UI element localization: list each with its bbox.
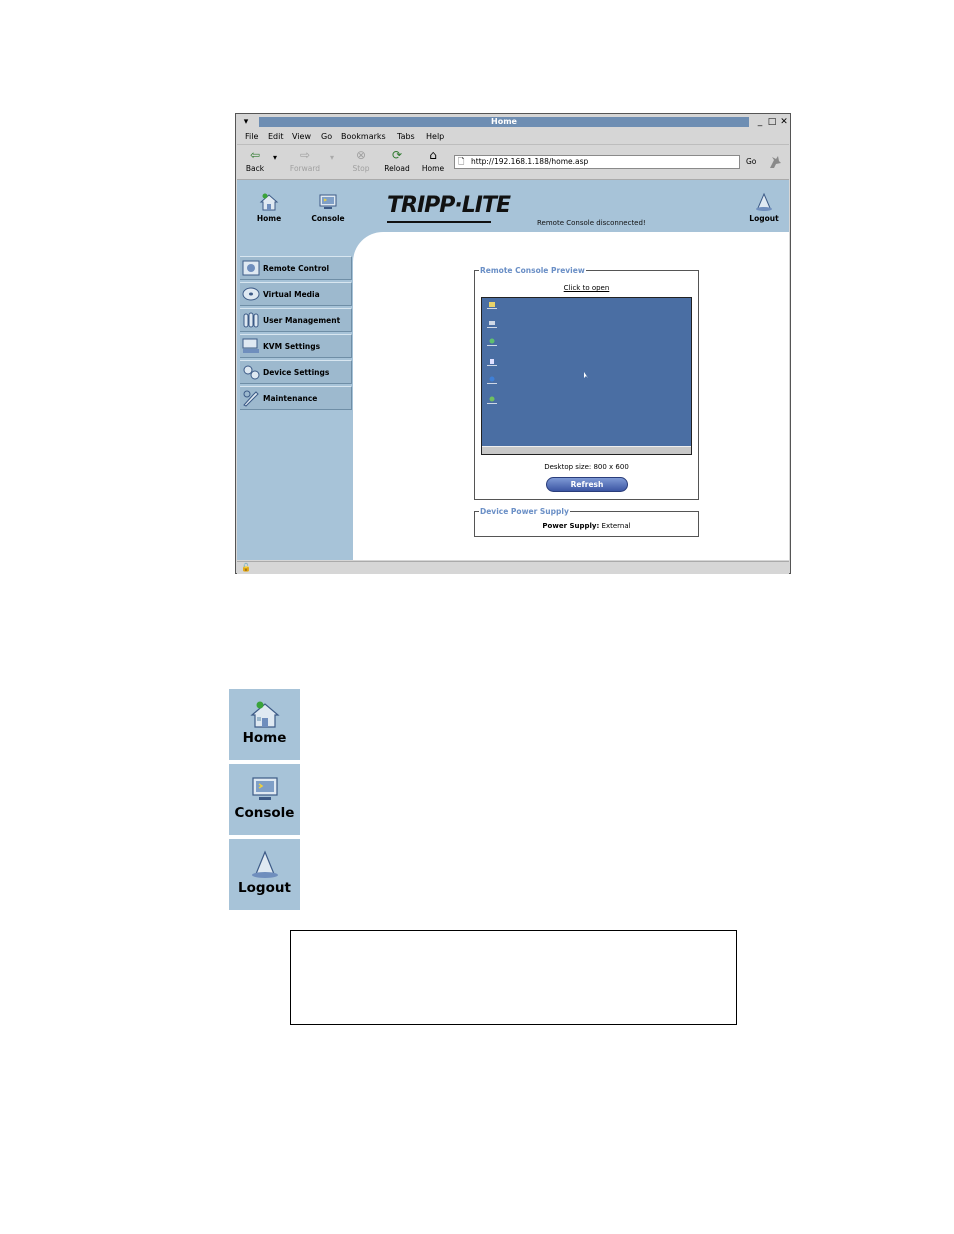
power-supply-value: External <box>601 522 631 530</box>
menu-file[interactable]: File <box>245 131 258 143</box>
home-button[interactable]: ⌂ Home <box>415 148 451 178</box>
page-viewport: Home Console TRIPP·LITE Remote Console d… <box>237 180 789 560</box>
window-menu-icon[interactable]: ▾ <box>241 117 251 127</box>
large-logout-button[interactable]: Logout <box>229 839 300 910</box>
remote-console-preview-panel: Remote Console Preview Click to open Des… <box>474 265 699 500</box>
header-console-button[interactable]: Console <box>306 192 350 223</box>
reload-icon: ⟳ <box>391 148 403 162</box>
title-bar: ▾ Home _ □ ✕ <box>237 115 789 129</box>
sidebar-item-virtual-media[interactable]: Virtual Media <box>240 282 352 306</box>
sidebar-item-device-settings[interactable]: Device Settings <box>240 360 352 384</box>
url-text: http://192.168.1.188/home.asp <box>471 157 589 166</box>
desktop-taskbar <box>482 446 691 454</box>
maintenance-icon <box>243 390 259 407</box>
menu-go[interactable]: Go <box>321 131 332 143</box>
desktop-recycle-icon <box>487 359 497 366</box>
remote-control-icon <box>242 260 260 276</box>
menu-bar: File Edit View Go Bookmarks Tabs Help <box>237 130 789 145</box>
device-power-supply-panel: Device Power Supply Power Supply: Extern… <box>474 506 699 537</box>
sidebar-item-maintenance[interactable]: Maintenance <box>240 386 352 410</box>
back-arrow-icon: ⇦ <box>249 148 261 162</box>
power-legend: Device Power Supply <box>479 506 570 517</box>
stop-button[interactable]: ⊗ Stop <box>343 148 379 178</box>
browser-status-bar: 🔓 <box>237 561 789 574</box>
device-settings-icon <box>243 365 260 380</box>
mouse-pointer-icon <box>584 372 588 378</box>
forward-arrow-icon: ⇨ <box>299 148 311 162</box>
kvm-settings-icon <box>242 338 259 353</box>
console-preview-screen[interactable] <box>481 297 692 455</box>
security-lock-icon: 🔓 <box>241 563 251 572</box>
menu-bookmarks[interactable]: Bookmarks <box>341 131 386 143</box>
large-console-button[interactable]: Console <box>229 764 300 835</box>
forward-history-dropdown-icon[interactable]: ▾ <box>330 153 334 162</box>
large-home-button[interactable]: Home <box>229 689 300 760</box>
home-icon <box>249 701 280 728</box>
user-management-icon <box>243 312 259 328</box>
back-button[interactable]: ⇦ Back <box>237 148 273 178</box>
tripp-lite-logo: TRIPP·LITE <box>387 192 511 226</box>
console-monitor-icon <box>251 777 278 800</box>
sidebar-item-remote-control[interactable]: Remote Control <box>240 256 352 280</box>
desktop-size-text: Desktop size: 800 x 600 <box>544 463 629 471</box>
menu-view[interactable]: View <box>292 131 311 143</box>
window-title: Home <box>491 117 517 126</box>
forward-button[interactable]: ⇨ Forward <box>287 148 323 178</box>
url-input[interactable]: 🗋 http://192.168.1.188/home.asp <box>454 155 740 169</box>
desktop-network-icon <box>487 338 497 346</box>
title-strip[interactable]: Home <box>259 117 749 127</box>
desktop-computer-icon <box>487 321 497 328</box>
power-supply-row: Power Supply: External <box>475 520 698 532</box>
stop-icon: ⊗ <box>355 148 367 162</box>
nav-toolbar: ⇦ Back ▾ ⇨ Forward ▾ ⊗ Stop ⟳ Reload ⌂ H… <box>237 145 789 180</box>
browser-window: ▾ Home _ □ ✕ File Edit View Go Bookmarks… <box>235 113 791 574</box>
console-monitor-icon <box>319 194 337 209</box>
close-icon[interactable]: ✕ <box>779 117 789 127</box>
sidebar: Remote Control Virtual Media User Manage… <box>237 232 353 560</box>
back-history-dropdown-icon[interactable]: ▾ <box>273 153 277 162</box>
minimize-icon[interactable]: _ <box>755 117 765 127</box>
empty-note-box <box>290 930 737 1025</box>
menu-help[interactable]: Help <box>426 131 444 143</box>
menu-edit[interactable]: Edit <box>268 131 284 143</box>
desktop-shortcut-icon <box>487 396 497 404</box>
preview-legend: Remote Console Preview <box>479 265 586 276</box>
app-header: Home Console TRIPP·LITE Remote Console d… <box>237 180 789 232</box>
desktop-folder-icon <box>487 302 497 309</box>
home-icon <box>259 193 279 211</box>
maximize-icon[interactable]: □ <box>767 117 777 127</box>
logout-cone-icon <box>251 850 278 878</box>
power-supply-label: Power Supply: <box>542 522 600 530</box>
virtual-media-icon <box>242 287 260 301</box>
click-to-open-link[interactable]: Click to open <box>475 283 698 293</box>
sidebar-item-kvm-settings[interactable]: KVM Settings <box>240 334 352 358</box>
desktop-ie-icon <box>487 376 497 384</box>
menu-tabs[interactable]: Tabs <box>397 131 415 143</box>
refresh-button[interactable]: Refresh <box>546 477 628 492</box>
browser-throbber-icon <box>768 154 782 170</box>
header-logout-button[interactable]: Logout <box>742 192 786 223</box>
sidebar-item-user-management[interactable]: User Management <box>240 308 352 332</box>
console-status-message: Remote Console disconnected! <box>537 219 646 227</box>
page-icon: 🗋 <box>458 157 465 166</box>
reload-button[interactable]: ⟳ Reload <box>379 148 415 178</box>
house-icon: ⌂ <box>429 148 437 162</box>
logo-underline <box>387 221 491 223</box>
header-home-button[interactable]: Home <box>247 192 291 223</box>
go-button[interactable]: Go <box>746 156 756 168</box>
logout-cone-icon <box>756 192 772 211</box>
